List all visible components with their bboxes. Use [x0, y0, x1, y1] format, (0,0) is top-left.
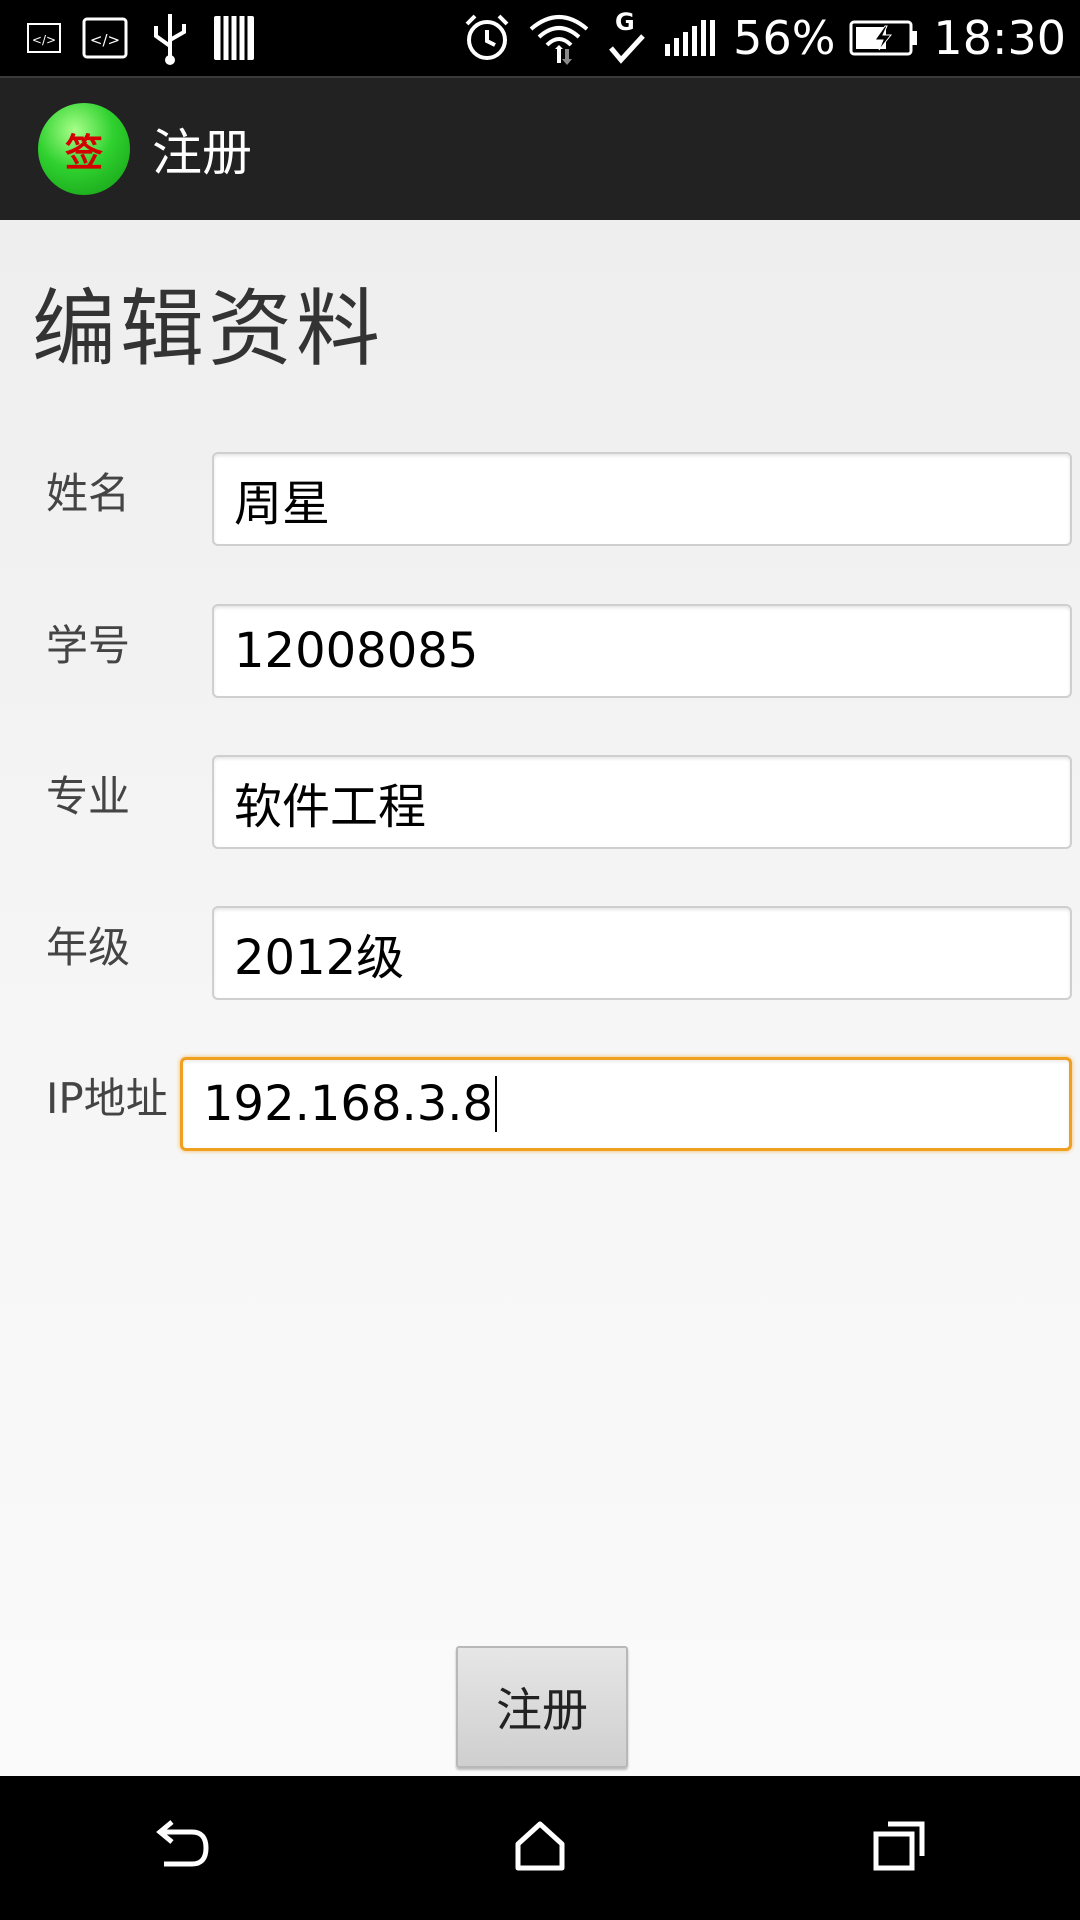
grade-input-value: 2012级 [234, 930, 405, 986]
major-row: 专业 软件工程 [0, 755, 1080, 851]
app-logo[interactable]: 签 [38, 103, 130, 195]
ip-input[interactable]: 192.168.3.8 [180, 1057, 1072, 1151]
student-id-label: 学号 [46, 621, 131, 670]
action-bar: 签 注册 [0, 76, 1080, 220]
signal-icon [663, 18, 719, 58]
svg-text:</>: </> [32, 33, 56, 47]
register-button-label: 注册 [496, 1683, 588, 1737]
app-logo-text: 签 [64, 129, 103, 175]
clock: 18:30 [933, 11, 1066, 65]
name-row: 姓名 周星 [0, 452, 1080, 548]
page-title: 编辑资料 [32, 280, 385, 378]
register-button[interactable]: 注册 [456, 1646, 628, 1768]
student-id-input[interactable]: 12008085 [212, 604, 1072, 698]
major-input[interactable]: 软件工程 [212, 755, 1072, 849]
back-icon [148, 1818, 212, 1878]
ip-input-value: 192.168.3.8 [203, 1076, 494, 1132]
storage-icon [212, 12, 256, 64]
home-button[interactable] [480, 1798, 600, 1898]
action-bar-title: 注册 [152, 124, 252, 182]
student-id-row: 学号 12008085 [0, 604, 1080, 700]
text-cursor [495, 1076, 498, 1132]
grade-input[interactable]: 2012级 [212, 906, 1072, 1000]
recent-apps-icon [870, 1818, 930, 1878]
usb-icon [148, 10, 192, 66]
svg-text:G: G [615, 8, 635, 36]
ip-label: IP地址 [46, 1074, 168, 1123]
student-id-input-value: 12008085 [234, 623, 479, 679]
name-input-value: 周星 [234, 476, 331, 532]
nav-bar [0, 1776, 1080, 1920]
alarm-icon [461, 12, 513, 64]
status-bar: </> </> G 56% 18:30 [0, 0, 1080, 76]
wifi-icon [527, 9, 591, 67]
ip-row: IP地址 192.168.3.8 [0, 1057, 1080, 1153]
home-icon [512, 1818, 568, 1878]
major-label: 专业 [46, 772, 131, 821]
code-icon: </> [26, 20, 62, 56]
battery-charging-icon [849, 18, 919, 58]
grade-label: 年级 [46, 923, 131, 972]
recent-apps-button[interactable] [840, 1798, 960, 1898]
grade-row: 年级 2012级 [0, 906, 1080, 1002]
name-input[interactable]: 周星 [212, 452, 1072, 546]
battery-percent: 56% [733, 11, 836, 65]
svg-text:</>: </> [90, 31, 120, 49]
name-label: 姓名 [46, 469, 131, 518]
network-g-icon: G [605, 8, 649, 68]
code-box-icon: </> [82, 15, 128, 61]
back-button[interactable] [120, 1798, 240, 1898]
major-input-value: 软件工程 [234, 779, 427, 835]
